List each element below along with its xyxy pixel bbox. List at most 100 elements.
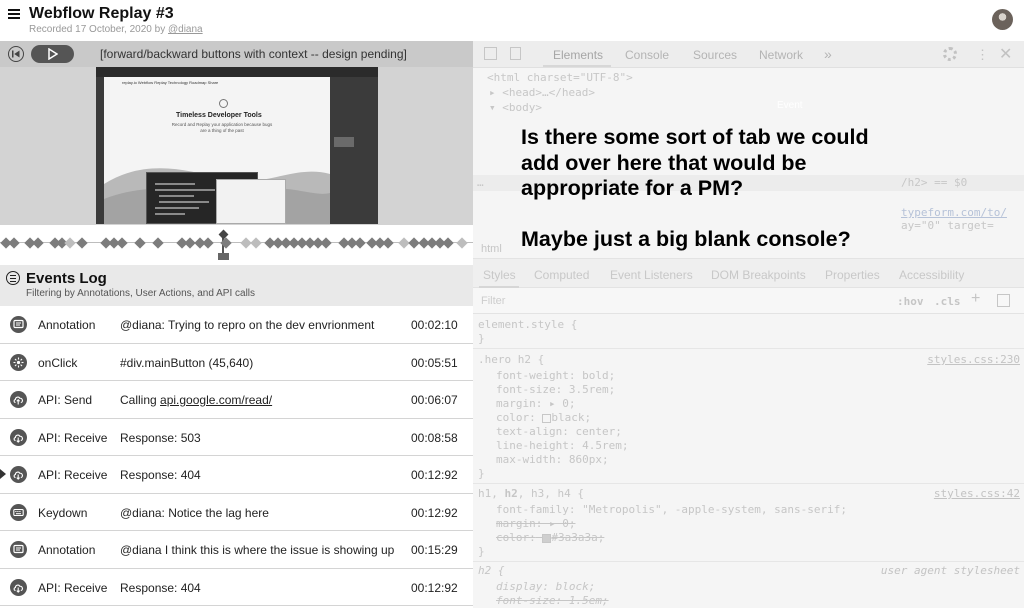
preview-side-card [334,137,354,147]
event-description: @diana I think this is where the issue i… [120,543,395,557]
event-row[interactable]: Annotation @diana I think this is where … [0,531,473,569]
styles-filter-input[interactable]: Filter [481,295,505,307]
annotation-icon [10,541,27,558]
tab-network[interactable]: Network [759,48,803,62]
css-property[interactable]: max-width: 860px; [496,453,609,466]
skip-back-button[interactable] [8,46,24,62]
rule-divider [473,561,1024,562]
hamburger-menu-icon[interactable] [8,9,20,19]
event-timestamp: 00:12:92 [411,468,458,482]
recording-meta: Recorded 17 October, 2020 by @diana [29,24,203,35]
css-property[interactable]: line-height: 4.5rem; [496,439,628,452]
timeline-event-marker[interactable] [8,237,20,249]
css-source-link[interactable]: styles.css:42 [934,487,1020,500]
rule-divider [473,348,1024,349]
tab-elements[interactable]: Elements [553,48,603,62]
tab-accessibility[interactable]: Accessibility [899,268,964,282]
collapsed-node-ellipsis[interactable]: … [477,176,484,189]
timeline-event-marker[interactable] [32,237,44,249]
timeline-event-marker[interactable] [442,237,454,249]
more-tabs-icon[interactable]: » [824,46,832,62]
timeline-event-marker[interactable] [152,237,164,249]
event-row[interactable]: onClick #div.mainButton (45,640) 00:05:5… [0,344,473,381]
inspect-element-icon[interactable] [484,47,497,60]
dom-body-node[interactable]: ▾ <body> [489,101,542,114]
timeline-playhead-handle[interactable] [218,253,229,260]
timeline-event-marker[interactable] [354,237,366,249]
event-type: API: Send [38,393,93,407]
css-property[interactable]: font-family: "Metropolis", -apple-system… [496,503,847,516]
breadcrumb[interactable]: html [481,243,502,255]
event-timestamp: 00:15:29 [411,543,458,557]
dom-head-node[interactable]: ▸ <head>…</head> [489,86,595,99]
cloud-upload-icon [10,391,27,408]
css-property-overridden[interactable]: margin: ▸ 0; [496,517,575,530]
hover-state-toggle[interactable]: :hov [897,295,924,308]
more-options-icon[interactable]: ⋮ [976,47,989,63]
keyboard-icon [10,503,27,521]
new-style-rule-button[interactable]: + [971,290,980,308]
css-property-color[interactable]: color: black; [496,411,591,424]
timeline-event-marker[interactable] [134,237,146,249]
class-toggle[interactable]: .cls [934,295,961,308]
dom-link-text[interactable]: typeform.com/to/ [901,206,1007,219]
styles-filter-bar: Filter :hov .cls + [473,288,1024,314]
preview-left-toolbar [96,77,104,224]
css-rule-selector[interactable]: h1, h2, h3, h4 { [478,487,584,500]
tab-sources[interactable]: Sources [693,48,737,62]
annotation-question: Is there some sort of tab we could add o… [521,125,869,200]
timeline-event-marker[interactable] [202,237,214,249]
click-icon [10,353,27,371]
timeline-event-marker[interactable] [250,237,262,249]
event-row-current[interactable]: API: Receive Response: 404 00:12:92 [0,456,473,494]
event-timestamp: 00:05:51 [411,355,458,370]
event-row[interactable]: API: Send Calling api.google.com/read/ 0… [0,381,473,419]
recorded-user-link[interactable]: @diana [168,24,203,35]
events-log-title: Events Log [26,270,107,287]
toggle-sidebar-icon[interactable] [997,294,1010,307]
event-description: Response: 404 [120,580,201,595]
event-row[interactable]: API: Receive Response: 503 00:08:58 [0,419,473,456]
avatar[interactable] [992,9,1013,30]
css-property[interactable]: font-weight: bold; [496,369,615,382]
play-button[interactable] [31,45,74,63]
recorded-date: Recorded 17 October, 2020 by [29,24,166,35]
device-toolbar-icon[interactable] [510,47,521,60]
timeline-event-marker[interactable] [64,237,76,249]
event-row[interactable]: Annotation @diana: Trying to repro on th… [0,306,473,344]
css-source-link[interactable]: styles.css:230 [927,353,1020,366]
tab-styles[interactable]: Styles [483,268,516,282]
event-description: @diana: Notice the lag here [120,505,269,520]
settings-gear-icon[interactable] [943,47,957,61]
cloud-download-icon [10,428,27,446]
css-property[interactable]: text-align: center; [496,425,622,438]
recording-preview[interactable]: replay.io Webflow Replay Technology Road… [96,67,378,224]
timeline-event-marker[interactable] [116,237,128,249]
css-property[interactable]: font-size: 3.5rem; [496,383,615,396]
preview-browser-toolbar [96,67,378,77]
timeline-event-marker[interactable] [382,237,394,249]
timeline-event-marker[interactable] [76,237,88,249]
event-timestamp: 00:02:10 [411,318,458,332]
css-property-overridden[interactable]: color: #3a3a3a; [496,531,604,544]
dom-html-node[interactable]: <html charset="UTF-8"> [487,71,633,84]
css-rule-selector[interactable]: .hero h2 { [478,353,544,366]
event-type: API: Receive [38,580,108,595]
event-row[interactable]: API: Receive Response: 404 00:12:92 [0,569,473,606]
events-log-header: Events Log Filtering by Annotations, Use… [0,265,473,306]
timeline-event-marker[interactable] [320,237,332,249]
tab-console[interactable]: Console [625,48,669,62]
close-devtools-icon[interactable]: ✕ [999,44,1012,64]
events-log-filter-summary: Filtering by Annotations, User Actions, … [26,288,256,299]
css-property[interactable]: margin: ▸ 0; [496,397,575,410]
event-row[interactable]: Keydown @diana: Notice the lag here 00:1… [0,494,473,531]
element-style-rule[interactable]: element.style { [478,318,577,331]
timeline[interactable] [0,225,473,265]
preview-app-window [216,179,286,224]
design-question-annotation: Is there some sort of tab we could add o… [521,125,901,278]
play-icon [48,48,58,60]
events-list-icon [6,271,20,285]
timeline-event-marker[interactable] [456,237,468,249]
recording-preview-area: replay.io Webflow Replay Technology Road… [0,67,473,225]
api-url-link[interactable]: api.google.com/read/ [160,393,272,407]
